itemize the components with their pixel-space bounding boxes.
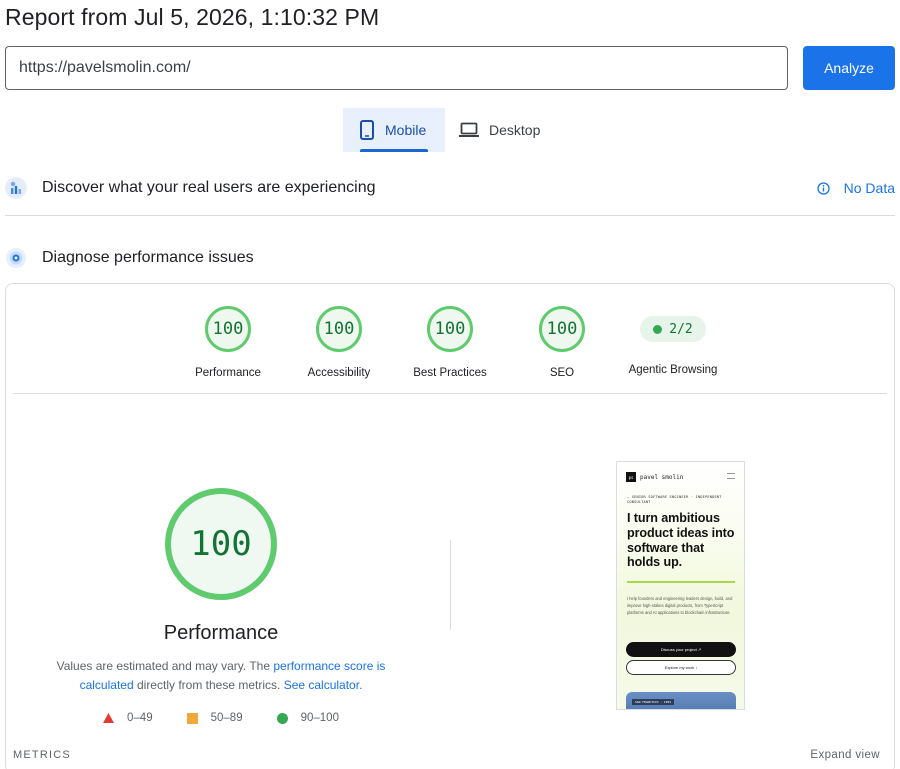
gauge-score: 100: [427, 306, 473, 352]
tab-mobile[interactable]: Mobile: [343, 108, 445, 152]
gauge-label: SEO: [549, 367, 575, 379]
performance-description: Values are estimated and may vary. The p…: [51, 657, 391, 695]
thumb-cta-primary: Discuss your project ↗: [626, 642, 736, 657]
url-input[interactable]: [5, 46, 788, 90]
performance-title: Performance: [163, 622, 279, 644]
report-title: Report from Jul 5, 2026, 1:10:32 PM: [5, 4, 380, 30]
green-circle-icon: [276, 712, 288, 724]
legend-pass: 90–100: [276, 712, 339, 724]
thumb-cta-secondary: Explore my work ↓: [626, 660, 736, 675]
expand-view-button[interactable]: Expand view: [810, 749, 880, 761]
gauge-label: Performance: [195, 367, 261, 379]
analyze-button[interactable]: Analyze: [803, 46, 895, 90]
final-screenshot-thumbnail[interactable]: ps pavel smolin — SENIOR SOFTWARE ENGINE…: [616, 461, 745, 710]
legend-average: 50–89: [186, 712, 243, 724]
gauge-accessibility[interactable]: 100 Accessibility: [279, 306, 399, 379]
gauge-seo[interactable]: 100 SEO: [502, 306, 622, 379]
no-data-status[interactable]: No Data: [816, 180, 895, 196]
gauge-score: 100: [205, 306, 251, 352]
legend-range: 90–100: [300, 712, 339, 724]
gauge-label: Accessibility: [307, 367, 371, 379]
metrics-label: METRICS: [13, 749, 71, 761]
tab-desktop-label: Desktop: [489, 122, 541, 138]
legend-range: 50–89: [210, 712, 243, 724]
pass-dot-icon: [653, 324, 663, 334]
diagnose-section: Diagnose performance issues: [5, 246, 895, 270]
desc-text: Values are estimated and may vary. The: [56, 659, 274, 673]
thumb-image: SAN FRANCISCO · IRIS: [626, 692, 736, 709]
section-divider: [5, 215, 895, 216]
card-divider: [13, 393, 887, 394]
legend-range: 0–49: [127, 712, 153, 724]
vertical-divider: [450, 540, 451, 630]
desc-text: directly from these metrics.: [133, 678, 284, 692]
thumb-tagline: — SENIOR SOFTWARE ENGINEER · INDEPENDENT…: [627, 495, 722, 504]
diagnose-title: Diagnose performance issues: [42, 249, 254, 266]
score-legend: 0–49 50–89 90–100: [6, 712, 436, 724]
crux-section: Discover what your real users are experi…: [5, 176, 895, 200]
performance-score-gauge: 100: [165, 488, 277, 600]
thumb-body: I help founders and engineering leaders …: [627, 596, 733, 615]
red-triangle-icon: [103, 713, 115, 723]
thumb-location-tag: SAN FRANCISCO · IRIS: [632, 699, 675, 705]
info-icon: [816, 181, 830, 195]
crux-title: Discover what your real users are experi…: [42, 179, 376, 196]
tab-desktop[interactable]: Desktop: [459, 108, 559, 152]
lighthouse-icon: [5, 247, 27, 269]
thumb-menu-icon: [727, 473, 735, 479]
gauge-score: 100: [316, 306, 362, 352]
gauge-best-practices[interactable]: 100 Best Practices: [390, 306, 510, 379]
gauge-label: Best Practices: [413, 367, 487, 379]
thumb-brand: pavel smolin: [640, 473, 684, 481]
agentic-pill: 2/2: [640, 316, 706, 342]
laptop-icon: [459, 122, 479, 138]
thumb-accent-line: [627, 581, 735, 583]
gauge-label: Agentic Browsing: [628, 364, 718, 376]
see-calculator-link[interactable]: See calculator.: [284, 678, 363, 692]
thumb-logo-icon: ps: [626, 472, 636, 482]
gauge-score: 100: [539, 306, 585, 352]
report-card: 100 Performance 100 Accessibility 100 Be…: [5, 283, 895, 769]
gauge-agentic-browsing[interactable]: 2/2 Agentic Browsing: [613, 306, 733, 376]
thumb-header: ps pavel smolin: [626, 472, 683, 482]
gauge-performance[interactable]: 100 Performance: [168, 306, 288, 379]
agentic-value: 2/2: [669, 321, 693, 337]
smartphone-icon: [359, 120, 375, 140]
tab-mobile-label: Mobile: [385, 122, 427, 138]
legend-fail: 0–49: [103, 712, 153, 724]
users-chart-icon: [5, 177, 27, 199]
thumb-headline: I turn ambitious product ideas into soft…: [627, 511, 735, 570]
tab-selected-indicator: [360, 149, 428, 152]
no-data-label: No Data: [843, 180, 895, 196]
orange-square-icon: [186, 712, 198, 724]
